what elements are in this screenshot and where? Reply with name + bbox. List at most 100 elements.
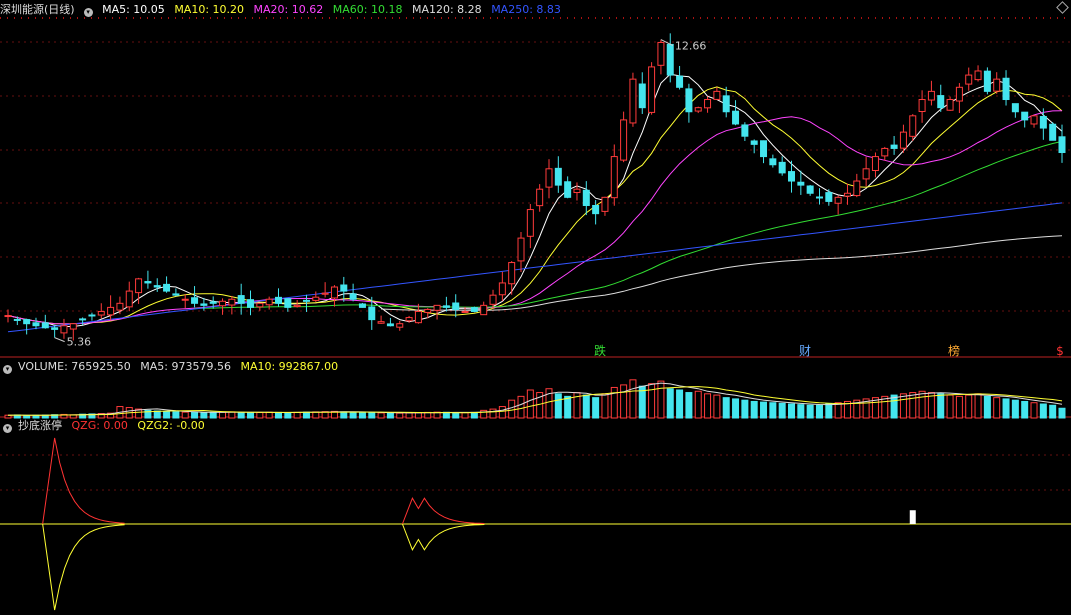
- candle-body: [237, 295, 245, 304]
- candle-body: [1011, 103, 1019, 113]
- volume-bar: [993, 397, 1001, 419]
- volume-bar: [312, 411, 320, 419]
- candle-body: [452, 302, 460, 310]
- candle-body: [1030, 115, 1038, 125]
- candle-body: [732, 110, 740, 125]
- candle-body: [722, 95, 730, 113]
- candle-body: [330, 286, 338, 299]
- qzg2-spike-2: [401, 523, 485, 551]
- candle-body: [881, 147, 889, 157]
- volume-bar: [601, 393, 609, 419]
- candle-body: [424, 308, 432, 313]
- candle-body: [843, 192, 851, 197]
- candle-body: [750, 140, 758, 145]
- candle-body: [741, 124, 749, 137]
- candle-body: [116, 302, 124, 311]
- candle-body: [955, 86, 963, 102]
- volume-settings-circle-icon[interactable]: ▾: [3, 365, 12, 374]
- volume-bar: [349, 411, 357, 419]
- candle-body: [69, 323, 77, 330]
- settings-circle-icon[interactable]: ▾: [83, 8, 93, 17]
- volume-bar: [526, 389, 534, 419]
- volume-bar: [368, 412, 376, 419]
- volume-bar: [1058, 407, 1066, 419]
- signal-bar: [909, 510, 916, 524]
- candle-body: [181, 298, 189, 301]
- candle-body: [676, 75, 684, 88]
- volume-bar: [834, 402, 842, 419]
- volume-bar: [256, 412, 264, 419]
- indicator-header: ▾ 抄底涨停 QZG: 0.00 QZG2: -0.00: [0, 418, 211, 434]
- volume-bar: [461, 412, 469, 419]
- candle-body: [284, 298, 292, 308]
- volume-bar: [750, 400, 758, 419]
- candle-body: [834, 196, 842, 204]
- volume-bar: [498, 406, 506, 419]
- candle-body: [191, 297, 199, 304]
- volume-bar: [377, 412, 385, 419]
- candle-body: [125, 290, 133, 308]
- ma5-label: MA5: 10.05: [102, 3, 165, 16]
- volume-bar: [676, 389, 684, 419]
- qzg2-label: QZG2: -0.00: [137, 419, 205, 432]
- candle-body: [937, 95, 945, 109]
- candle-body: [657, 41, 665, 66]
- volume-bar: [470, 411, 478, 419]
- volume-bar: [610, 386, 618, 419]
- volume-bar: [657, 380, 665, 419]
- candle-body: [965, 74, 973, 85]
- volume-bar: [788, 403, 796, 419]
- volume-bar: [508, 399, 516, 419]
- candle-body: [4, 315, 12, 318]
- candle-body: [815, 196, 823, 199]
- volume-bar: [629, 379, 637, 419]
- candle-body: [620, 119, 628, 161]
- volume-bar: [946, 394, 954, 419]
- candle-body: [993, 78, 1001, 92]
- candle-body: [358, 303, 366, 308]
- candle-body: [610, 156, 618, 199]
- candle-body: [517, 237, 525, 262]
- candle-body: [302, 299, 310, 302]
- volume-bar: [274, 411, 282, 419]
- candle-body: [788, 171, 796, 182]
- volume-bar: [302, 411, 310, 419]
- volume-bar: [1030, 402, 1038, 419]
- volume-bar: [769, 402, 777, 419]
- volume-bar: [517, 395, 525, 419]
- indicator-settings-circle-icon[interactable]: ▾: [3, 424, 12, 433]
- volume-bar: [965, 394, 973, 419]
- candle-body: [666, 43, 674, 76]
- period-label: (日线): [44, 3, 75, 16]
- qzg-spike-2: [401, 497, 485, 525]
- volume-bar: [358, 411, 366, 419]
- volume-bar: [909, 392, 917, 419]
- volume-bar: [713, 394, 721, 419]
- candle-body: [405, 317, 413, 322]
- candle-body: [135, 278, 143, 294]
- volume-bar: [704, 393, 712, 419]
- candle-body: [1049, 123, 1057, 141]
- candle-body: [386, 323, 394, 327]
- candle-body: [349, 293, 357, 300]
- volume-bar: [405, 412, 413, 419]
- candle-body: [704, 99, 712, 109]
- ma120-label: MA120: 8.28: [411, 3, 482, 16]
- candle-body: [909, 115, 917, 137]
- volume-bar: [722, 397, 730, 419]
- candle-body: [592, 204, 600, 215]
- candle-body: [573, 188, 581, 194]
- candle-body: [144, 281, 152, 284]
- volume-bar: [648, 383, 656, 419]
- candle-body: [601, 196, 609, 212]
- volume-bar: [899, 393, 907, 419]
- candle-body: [927, 90, 935, 101]
- volume-ma10-label: MA10: 992867.00: [240, 360, 339, 373]
- volume-bar: [489, 408, 497, 419]
- candle-body: [172, 293, 180, 296]
- volume-bar: [685, 392, 693, 419]
- volume-bar: [1039, 403, 1047, 419]
- volume-bar: [396, 412, 404, 419]
- volume-bar: [153, 410, 161, 419]
- candle-body: [163, 283, 171, 292]
